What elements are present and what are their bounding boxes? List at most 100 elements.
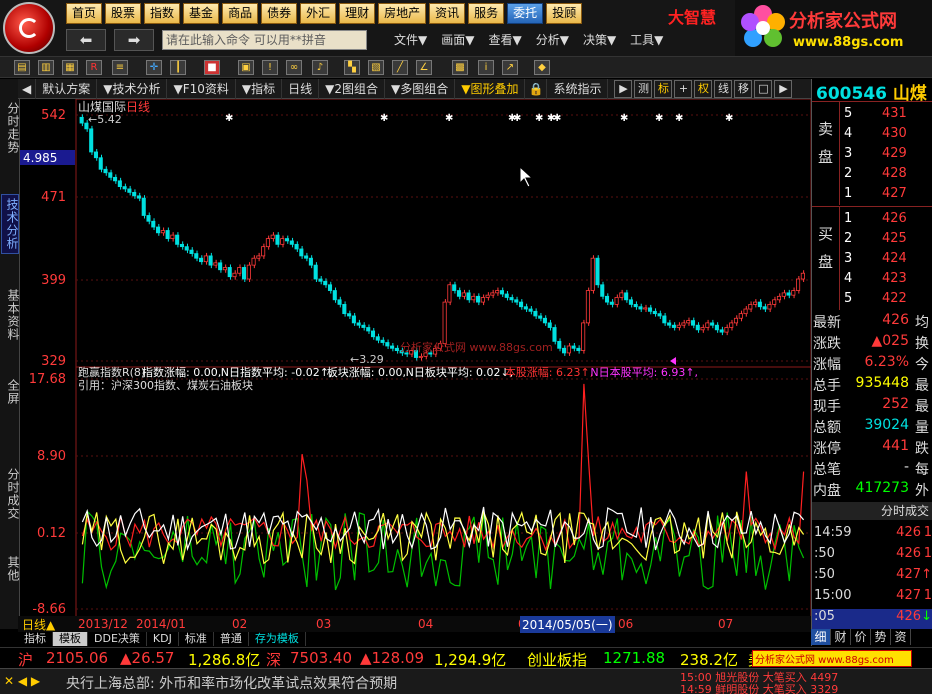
tab-icon-4[interactable]: 权 [694, 80, 713, 98]
angle-icon[interactable]: ∠ [416, 60, 432, 75]
left-tab-1[interactable]: 技术分析 [1, 194, 19, 254]
left-tab-0[interactable]: 分时走势 [1, 97, 20, 159]
menu-item-7[interactable]: 理财 [339, 3, 376, 24]
left-tab-3[interactable]: 全屏 [1, 374, 20, 410]
info-icon[interactable]: i [478, 60, 494, 75]
tab-1[interactable]: ▼技术分析 [97, 79, 168, 99]
diamond-icon[interactable]: ◆ [534, 60, 550, 75]
index-item-6[interactable]: ▲128.09 [360, 649, 424, 667]
left-tab-4[interactable]: 分时成交 [1, 462, 20, 526]
draw-line-icon[interactable]: ╱ [392, 60, 408, 75]
forward-button[interactable]: ➡ [114, 29, 154, 51]
period-tag[interactable]: 日线▲ [22, 616, 55, 633]
tab-3[interactable]: ▼指标 [236, 79, 283, 99]
tab-icon-5[interactable]: 线 [714, 80, 733, 98]
command-input[interactable]: 请在此输入命令 可以用**拼音 [162, 30, 367, 50]
tab-icon-3[interactable]: + [674, 80, 693, 98]
tab-right-0[interactable]: 系统指示 [547, 79, 609, 99]
tab-2[interactable]: ▼F10资料 [167, 79, 236, 99]
menu-item-8[interactable]: 房地产 [378, 3, 427, 24]
grid-icon[interactable]: ▦ [62, 60, 78, 75]
tab-icon-0[interactable]: ▶ [614, 80, 633, 98]
lock-icon[interactable]: 🔒 [525, 79, 548, 99]
buy-book-row[interactable]: 2 425 [844, 231, 924, 251]
folder-icon[interactable]: ▤ [14, 60, 30, 75]
warning-icon[interactable]: ! [262, 60, 278, 75]
index-item-3[interactable]: 1,286.8亿 [188, 649, 260, 670]
menu-item-2[interactable]: 指数 [144, 3, 181, 24]
submenu-item-2[interactable]: 查看▼ [488, 31, 521, 48]
buy-book-row[interactable]: 4 423 [844, 271, 924, 291]
stop-icon[interactable]: ■ [204, 60, 220, 75]
menu-item-5[interactable]: 债券 [261, 3, 298, 24]
sell-book-row[interactable]: 1 427 [844, 186, 924, 206]
app-logo-icon[interactable] [3, 2, 55, 54]
menu-item-4[interactable]: 商品 [222, 3, 259, 24]
index-item-9[interactable]: 1271.88 [603, 649, 665, 667]
submenu-item-5[interactable]: 工具▼ [630, 31, 663, 48]
binoculars-icon[interactable]: ∞ [286, 60, 302, 75]
bell-icon[interactable]: ♪ [312, 60, 328, 75]
promo-banner[interactable]: 分析家公式网 www.88gs.com [735, 0, 932, 56]
fullscreen-icon[interactable]: ▣ [238, 60, 254, 75]
news-item[interactable]: 14:59 鲜明股份 大笔买入 3329 [680, 681, 838, 694]
list-icon[interactable]: ≡ [112, 60, 128, 75]
tab-icon-8[interactable]: ▶ [774, 80, 793, 98]
submenu-item-3[interactable]: 分析▼ [536, 31, 569, 48]
menu-item-1[interactable]: 股票 [105, 3, 142, 24]
trend-icon[interactable]: ↗ [502, 60, 518, 75]
crosshair-icon[interactable]: ✛ [146, 60, 162, 75]
menu-item-0[interactable]: 首页 [66, 3, 103, 24]
menu-item-6[interactable]: 外汇 [300, 3, 337, 24]
calc-icon[interactable]: ▩ [452, 60, 468, 75]
kline-icon[interactable]: ▚ [344, 60, 360, 75]
index-item-1[interactable]: 2105.06 [46, 649, 108, 667]
menu-item-3[interactable]: 基金 [183, 3, 220, 24]
bottom-tab-4[interactable]: 标准 [179, 632, 214, 646]
sell-book-row[interactable]: 4 430 [844, 126, 924, 146]
buy-book-row[interactable]: 1 426 [844, 211, 924, 231]
tab-icon-1[interactable]: 测 [634, 80, 653, 98]
ticker-arrows-icon[interactable]: ✕ ◀ ▶ [4, 674, 40, 688]
buy-book-row[interactable]: 5 422 [844, 291, 924, 311]
bottom-tab-5[interactable]: 普通 [214, 632, 249, 646]
kline-chart[interactable]: 542 471 399 329 山煤国际 日线 4.985 ←5.42 ←3.29 分析家公式网 … [20, 99, 811, 617]
tab-7[interactable]: ▼图形叠加 [455, 79, 526, 99]
tab-icon-2[interactable]: 标 [654, 80, 673, 98]
submenu-item-1[interactable]: 画面▼ [441, 31, 474, 48]
promo-ad[interactable]: 分析家公式网 www.88gs.com [752, 650, 912, 667]
sell-book-row[interactable]: 5 431 [844, 106, 924, 126]
index-item-0[interactable]: 沪 [18, 649, 33, 670]
bottom-tab-1[interactable]: 模板 [53, 632, 88, 646]
image-icon[interactable]: ▧ [368, 60, 384, 75]
quote-tab-4[interactable]: 资 [891, 629, 911, 645]
menu-item-12[interactable]: 投顾 [546, 3, 583, 24]
bottom-tab-6[interactable]: 存为模板 [249, 632, 306, 646]
tab-5[interactable]: ▼2图组合 [319, 79, 386, 99]
candle-icon[interactable]: ┃ [170, 60, 186, 75]
bottom-tab-2[interactable]: DDE决策 [88, 632, 147, 646]
index-item-2[interactable]: ▲26.57 [120, 649, 174, 667]
quote-tab-2[interactable]: 价 [851, 629, 871, 645]
buy-book-row[interactable]: 3 424 [844, 251, 924, 271]
bottom-tab-3[interactable]: KDJ [147, 632, 179, 646]
tab-icon-7[interactable]: □ [754, 80, 773, 98]
tab-prev-arrow[interactable]: ◀ [18, 79, 37, 99]
quote-tab-3[interactable]: 势 [871, 629, 891, 645]
sell-book-row[interactable]: 2 428 [844, 166, 924, 186]
rsi-icon[interactable]: R [86, 60, 102, 75]
bottom-tab-0[interactable]: 指标 [18, 632, 53, 646]
menu-item-9[interactable]: 资讯 [429, 3, 466, 24]
left-tab-2[interactable]: 基本资料 [1, 283, 20, 347]
chart-icon[interactable]: ▥ [38, 60, 54, 75]
tab-0[interactable]: 默认方案 [36, 79, 98, 99]
tab-icon-6[interactable]: 移 [734, 80, 753, 98]
news-ticker[interactable]: ✕ ◀ ▶ 央行上海总部: 外币和率市场化改革试点效果符合预期 15:00 旭光… [0, 668, 932, 694]
quote-tab-0[interactable]: 细 [811, 629, 831, 645]
tab-4[interactable]: 日线 [282, 79, 320, 99]
left-tab-5[interactable]: 其他 [1, 549, 20, 589]
index-item-5[interactable]: 7503.40 [290, 649, 352, 667]
submenu-item-4[interactable]: 决策▼ [583, 31, 616, 48]
submenu-item-0[interactable]: 文件▼ [394, 31, 427, 48]
menu-item-10[interactable]: 服务 [468, 3, 505, 24]
